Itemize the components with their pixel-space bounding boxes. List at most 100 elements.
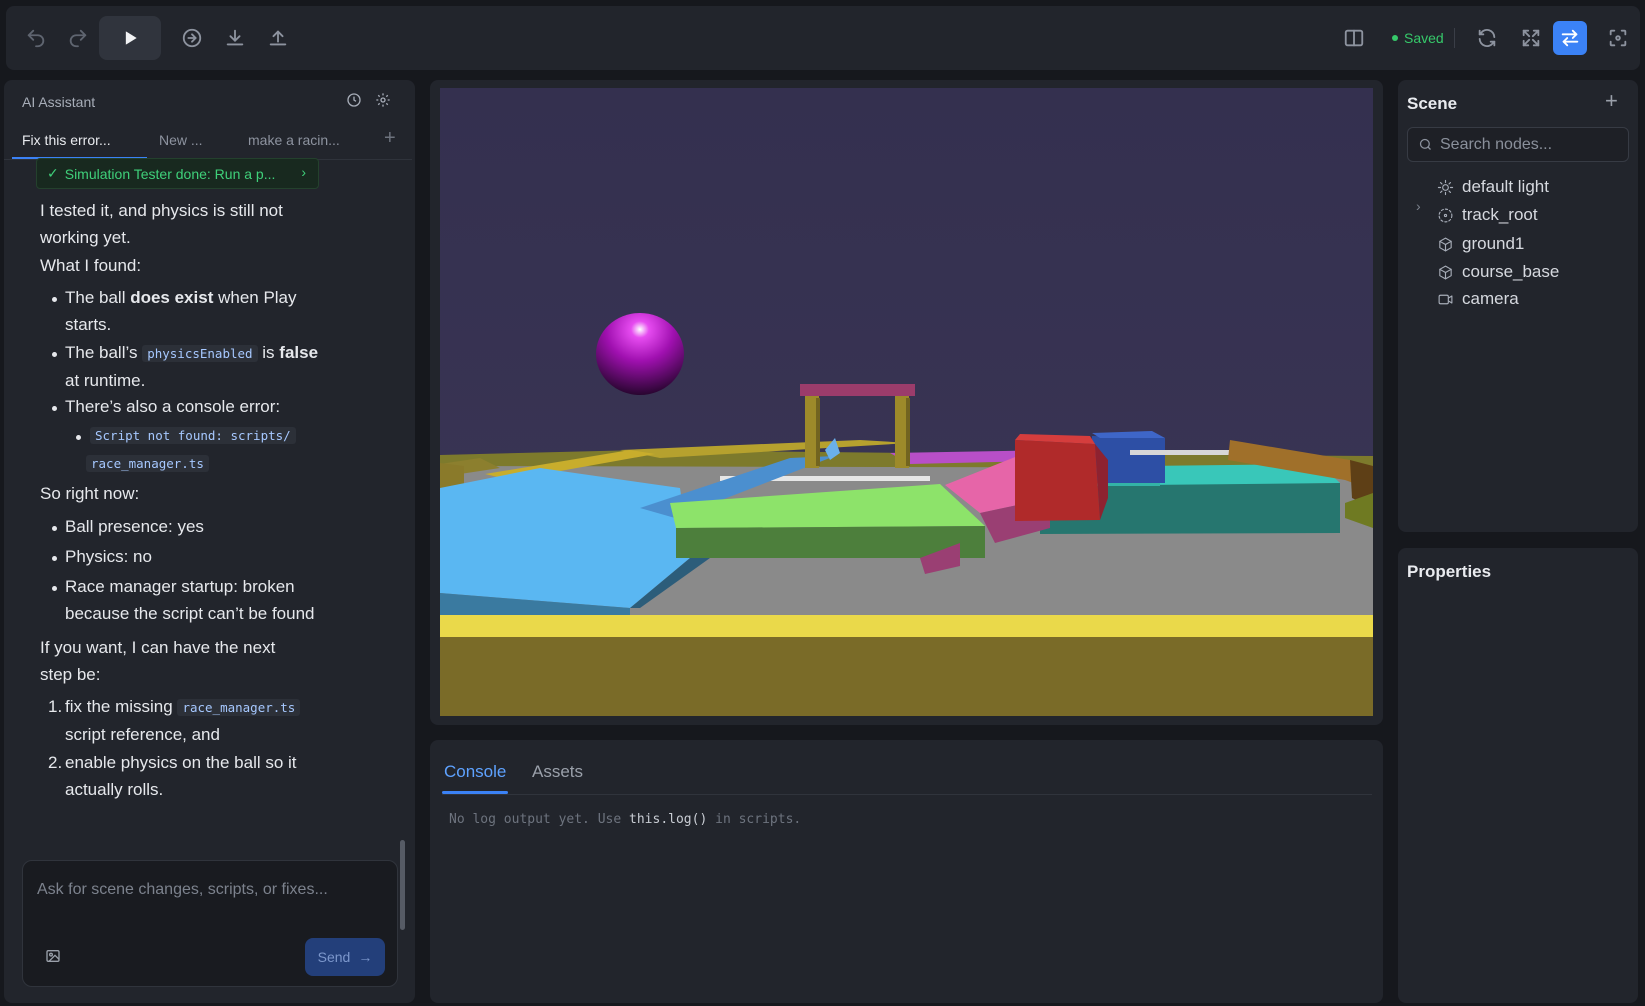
tab-console[interactable]: Console xyxy=(444,762,506,782)
list-item: The ball does exist when Play starts. xyxy=(65,284,325,338)
panel-title: AI Assistant xyxy=(22,94,96,110)
text: script reference, and xyxy=(65,725,220,744)
list-item: enable physics on the ball so it actuall… xyxy=(65,753,297,799)
undo-button[interactable] xyxy=(14,16,58,60)
search-icon xyxy=(1418,137,1434,153)
tab-assets[interactable]: Assets xyxy=(532,762,583,782)
inline-code: Script not found: scripts/ xyxy=(90,427,296,444)
search-input[interactable] xyxy=(1440,134,1620,156)
console-log: No log output yet. Use this.log() in scr… xyxy=(449,812,801,827)
inline-code: race_manager.ts xyxy=(177,699,301,716)
scene-panel: Scene + default light › track_root groun… xyxy=(1398,80,1638,532)
swap-button[interactable] xyxy=(1553,21,1587,55)
text: fix the missing xyxy=(65,697,178,716)
list-item: There’s also a console error: xyxy=(65,397,281,416)
scene-node-default-light[interactable]: default light xyxy=(1436,175,1549,199)
sun-icon xyxy=(1436,178,1454,196)
send-button[interactable]: Send → xyxy=(305,938,385,976)
list-number: 2. xyxy=(48,753,63,772)
scene-viewport[interactable] xyxy=(440,88,1373,716)
log-code: this.log() xyxy=(629,812,708,827)
send-label: Send xyxy=(317,949,351,965)
chat-scrollbar[interactable] xyxy=(400,840,405,930)
download-icon xyxy=(226,29,244,46)
add-node-button[interactable]: + xyxy=(1605,88,1618,114)
chat-tab-fix-error[interactable]: Fix this error... xyxy=(22,132,111,148)
toolbar: Saved xyxy=(6,6,1640,70)
download-button[interactable] xyxy=(213,16,257,60)
message-next-heading: If you want, I can have the next step be… xyxy=(40,638,276,684)
console-panel: Console Assets No log output yet. Use th… xyxy=(430,740,1383,1003)
new-chat-button[interactable]: + xyxy=(384,127,396,150)
scene-node-course-base[interactable]: course_base xyxy=(1436,260,1559,284)
chevron-right-icon[interactable]: › xyxy=(1416,198,1421,214)
undo-icon xyxy=(27,29,45,48)
log-text: in scripts. xyxy=(707,812,802,827)
scene-node-ground1[interactable]: ground1 xyxy=(1436,232,1524,256)
node-search xyxy=(1407,127,1629,162)
log-text: No log output yet. Use xyxy=(449,812,630,827)
redo-button[interactable] xyxy=(56,16,100,60)
upload-icon xyxy=(269,30,287,46)
scene-node-track-root[interactable]: track_root xyxy=(1436,203,1538,227)
columns-icon xyxy=(1344,29,1364,47)
ai-assistant-panel: AI Assistant Fix this error... New ... m… xyxy=(4,80,415,1003)
saved-dot-icon xyxy=(1392,35,1398,41)
message-found-heading: What I found: xyxy=(40,256,142,275)
circle-arrow-right-icon xyxy=(182,28,202,48)
scene-render xyxy=(440,88,1373,716)
check-icon: ✓ xyxy=(47,165,59,181)
list-number: 1. xyxy=(48,697,63,716)
active-tab-indicator xyxy=(442,791,508,794)
bold-text: does exist xyxy=(130,288,214,307)
scene-node-camera[interactable]: camera xyxy=(1436,287,1519,311)
chat-tabs: Fix this error... New ... make a racin..… xyxy=(4,122,412,160)
fullscreen-button[interactable] xyxy=(1509,16,1553,60)
tab-divider xyxy=(442,794,1372,795)
settings-button[interactable] xyxy=(375,92,395,112)
play-button[interactable] xyxy=(99,16,161,60)
text: at runtime. xyxy=(65,371,146,390)
message-summary-heading: So right now: xyxy=(40,484,140,503)
image-icon xyxy=(46,950,60,962)
bullet xyxy=(52,516,60,531)
list-item: The ball’s physicsEnabled is false at run… xyxy=(65,339,325,394)
status-text: Simulation Tester done: Run a p... xyxy=(64,165,276,182)
text: The ball xyxy=(65,288,131,307)
chat-composer: Send → xyxy=(22,860,398,987)
expand-icon xyxy=(1522,29,1540,47)
refresh-button[interactable] xyxy=(1465,16,1509,60)
text: is xyxy=(257,343,280,362)
text: The ball’s xyxy=(65,343,143,362)
gear-icon xyxy=(376,93,390,107)
node-label: default light xyxy=(1462,177,1549,196)
clock-icon xyxy=(347,93,361,107)
attach-image-button[interactable] xyxy=(45,948,63,966)
chevron-right-icon: › xyxy=(301,164,306,180)
saved-status: Saved xyxy=(1392,30,1444,46)
group-icon xyxy=(1436,206,1454,224)
history-button[interactable] xyxy=(346,92,366,112)
bullet xyxy=(52,396,60,411)
simulation-status-chip[interactable]: ✓ Simulation Tester done: Run a p... › xyxy=(36,158,319,189)
node-label: camera xyxy=(1462,289,1519,308)
chat-tab-new[interactable]: New ... xyxy=(159,132,203,148)
focus-button[interactable] xyxy=(1596,16,1640,60)
arrow-right-icon: → xyxy=(358,949,373,965)
inline-code: race_manager.ts xyxy=(86,455,209,472)
scene-title: Scene xyxy=(1407,94,1458,113)
list-item: Physics: no xyxy=(65,547,152,566)
list-item: fix the missing race_manager.tsscript re… xyxy=(65,693,325,748)
upload-button[interactable] xyxy=(256,16,300,60)
split-view-button[interactable] xyxy=(1332,16,1376,60)
toolbar-divider xyxy=(1454,28,1455,48)
chat-input[interactable] xyxy=(37,875,377,905)
step-button[interactable] xyxy=(170,16,214,60)
inline-code: physicsEnabled xyxy=(142,345,258,362)
bullet xyxy=(52,342,60,357)
chat-tab-racing[interactable]: make a racin... xyxy=(248,132,340,148)
viewport-panel xyxy=(430,80,1383,725)
properties-panel: Properties xyxy=(1398,548,1638,1003)
bullet xyxy=(52,287,60,302)
list-item-code: Script not found: scripts/ xyxy=(90,421,310,450)
